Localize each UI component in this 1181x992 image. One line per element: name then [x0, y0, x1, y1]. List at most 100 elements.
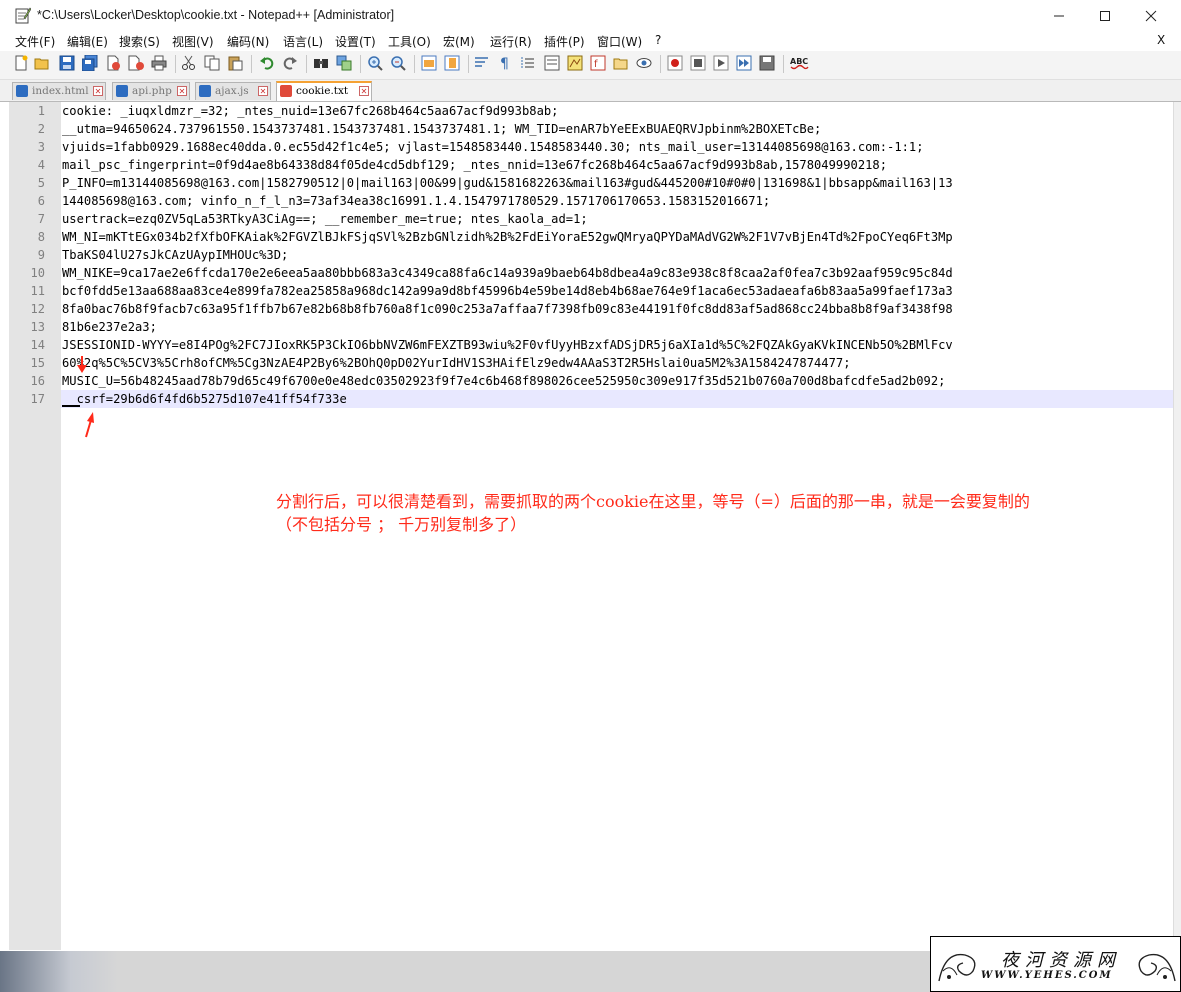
replace-icon[interactable]: [336, 55, 352, 71]
tab-close-icon[interactable]: ✕: [93, 86, 103, 96]
tab-ajax-js[interactable]: ajax.js ✕: [195, 82, 271, 100]
close-document-button[interactable]: X: [1157, 33, 1165, 47]
line-number: 6: [37, 194, 45, 208]
code-line: mail_psc_fingerprint=0f9d4ae8b64338d84f0…: [62, 158, 888, 172]
close-window-button[interactable]: [1128, 0, 1174, 31]
menu-view[interactable]: 视图(V): [172, 33, 214, 50]
undo-icon[interactable]: [259, 55, 275, 71]
line-number: 8: [37, 230, 45, 244]
menu-tools[interactable]: 工具(O): [388, 33, 431, 50]
spell-check-icon[interactable]: ABC: [789, 55, 809, 71]
record-macro-icon[interactable]: [667, 55, 683, 71]
menu-run[interactable]: 运行(R): [490, 33, 532, 50]
play-macro-icon[interactable]: [713, 55, 729, 71]
code-line: MUSIC_U=56b48245aad78b79d65c49f6700e0e48…: [62, 374, 946, 388]
menu-file[interactable]: 文件(F): [15, 33, 55, 50]
word-wrap-icon[interactable]: [474, 55, 490, 71]
menu-help[interactable]: ?: [655, 33, 661, 47]
line-number: 13: [30, 320, 45, 334]
find-icon[interactable]: [313, 55, 329, 71]
code-line: 8fa0bac76b8f9facb7c63a95f1ffb7b67e82b68b…: [62, 302, 953, 316]
annotation-line-1: 分割行后，可以很清楚看到，需要抓取的两个cookie在这里，等号（=）后面的那一…: [276, 492, 1030, 511]
sync-vertical-icon[interactable]: [421, 55, 437, 71]
menu-plugins[interactable]: 插件(P): [544, 33, 585, 50]
notepad-app-icon: [15, 7, 31, 24]
line-number: 1: [37, 104, 45, 118]
indent-guide-icon[interactable]: [520, 55, 536, 71]
tab-api-php[interactable]: api.php ✕: [112, 82, 190, 100]
show-all-chars-icon[interactable]: ¶: [497, 55, 513, 71]
code-line: P_INFO=m13144085698@163.com|1582790512|0…: [62, 176, 953, 190]
file-saved-icon: [116, 85, 128, 97]
cut-icon[interactable]: [181, 55, 197, 71]
code-line: 60%2q%5C%5CV3%5Crh8ofCM%5Cg3NzAE4P2By6%2…: [62, 356, 851, 370]
code-line: JSESSIONID-WYYY=e8I4POg%2FC7JIoxRK5P3CkI…: [62, 338, 953, 352]
svg-text:¶: ¶: [500, 56, 509, 71]
tab-label: cookie.txt: [296, 85, 349, 97]
line-number: 16: [30, 374, 45, 388]
new-file-icon[interactable]: [13, 55, 29, 71]
line-number: 7: [37, 212, 45, 226]
tab-index-html[interactable]: index.html ✕: [12, 82, 106, 100]
line-number: 10: [30, 266, 45, 280]
zoom-in-icon[interactable]: [367, 55, 383, 71]
tab-close-icon[interactable]: ✕: [359, 86, 369, 96]
menu-settings[interactable]: 设置(T): [335, 33, 376, 50]
paste-icon[interactable]: [227, 55, 243, 71]
close-all-icon[interactable]: [128, 55, 144, 71]
open-file-icon[interactable]: [34, 55, 50, 71]
tab-close-icon[interactable]: ✕: [177, 86, 187, 96]
maximize-button[interactable]: [1082, 0, 1128, 31]
document-map-icon[interactable]: [567, 55, 583, 71]
annotation-text: 分割行后，可以很清楚看到，需要抓取的两个cookie在这里，等号（=）后面的那一…: [276, 490, 1171, 536]
close-file-icon[interactable]: [105, 55, 121, 71]
tab-close-icon[interactable]: ✕: [258, 86, 268, 96]
minimize-icon: [1054, 15, 1064, 16]
function-list-icon[interactable]: f: [590, 55, 606, 71]
line-number: 9: [37, 248, 45, 262]
redo-icon[interactable]: [282, 55, 298, 71]
tab-bar: index.html ✕ api.php ✕ ajax.js ✕ cookie.…: [0, 80, 1181, 102]
minimize-button[interactable]: [1036, 0, 1082, 31]
monitoring-icon[interactable]: [636, 55, 652, 71]
line-number: 3: [37, 140, 45, 154]
code-line: __csrf=29b6d6f4fd6b5275d107e41ff54f733e: [62, 392, 347, 406]
save-macro-icon[interactable]: [759, 55, 775, 71]
red-arrow-down-icon: [77, 356, 87, 373]
menu-bar: 文件(F) 编辑(E) 搜索(S) 视图(V) 编码(N) 语言(L) 设置(T…: [0, 31, 1181, 51]
language-define-icon[interactable]: [544, 55, 560, 71]
line-number: 17: [30, 392, 45, 406]
menu-window[interactable]: 窗口(W): [597, 33, 642, 50]
tab-label: index.html: [32, 85, 89, 97]
svg-text:ABC: ABC: [790, 57, 808, 66]
save-all-icon[interactable]: [82, 55, 98, 71]
stop-macro-icon[interactable]: [690, 55, 706, 71]
print-icon[interactable]: [151, 55, 167, 71]
code-line: vjuids=1fabb0929.1688ec40dda.0.ec55d42f1…: [62, 140, 924, 154]
menu-language[interactable]: 语言(L): [283, 33, 323, 50]
maximize-icon: [1100, 10, 1110, 21]
red-arrow-up-icon: [85, 412, 94, 438]
line-number: 2: [37, 122, 45, 136]
menu-encoding[interactable]: 编码(N): [227, 33, 269, 50]
tab-cookie-txt[interactable]: cookie.txt ✕: [276, 81, 372, 101]
run-macro-multiple-icon[interactable]: [736, 55, 752, 71]
line-number: 14: [30, 338, 45, 352]
menu-macro[interactable]: 宏(M): [443, 33, 475, 50]
folder-workspace-icon[interactable]: [613, 55, 629, 71]
save-icon[interactable]: [59, 55, 75, 71]
line-number: 11: [30, 284, 45, 298]
annotation-line-2: （不包括分号 ； 千万别复制多了）: [276, 515, 527, 534]
sync-horizontal-icon[interactable]: [444, 55, 460, 71]
file-saved-icon: [199, 85, 211, 97]
zoom-out-icon[interactable]: [390, 55, 406, 71]
copy-icon[interactable]: [204, 55, 220, 71]
vertical-scrollbar[interactable]: [1173, 102, 1181, 950]
file-modified-icon: [280, 85, 292, 97]
menu-search[interactable]: 搜索(S): [119, 33, 160, 50]
menu-edit[interactable]: 编辑(E): [67, 33, 108, 50]
code-line: WM_NI=mKTtEGx034b2fXfbOFKAiak%2FGVZlBJkF…: [62, 230, 953, 244]
tab-label: ajax.js: [215, 85, 249, 97]
line-number: 15: [30, 356, 45, 370]
code-line: TbaKS04lU27sJkCAzUAypIMHOUc%3D;: [62, 248, 289, 262]
